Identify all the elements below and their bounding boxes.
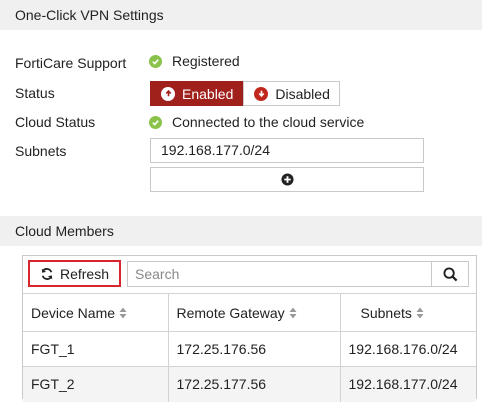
column-header-label: Remote Gateway [176,304,285,321]
forticare-value: Registered [149,50,240,72]
table-row[interactable]: FGT_2 172.25.177.56 192.168.177.0/24 [23,366,476,402]
vpn-settings-header: One-Click VPN Settings [0,0,482,30]
enabled-label: Enabled [182,85,234,102]
cloud-members-title: Cloud Members [15,223,114,239]
disabled-button[interactable]: Disabled [243,81,340,106]
sort-icon [416,307,424,318]
search-button[interactable] [431,261,469,287]
remote-gateway-cell: 172.25.176.56 [168,331,341,367]
table-header-row: Device Name Remote Gateway Subnets [23,293,476,332]
remote-gateway-cell: 172.25.177.56 [168,366,341,402]
disabled-label: Disabled [275,85,330,102]
members-table: Device Name Remote Gateway Subnets FGT_1… [23,293,476,402]
plus-circle-icon [280,173,294,186]
subnets-cell: 192.168.177.0/24 [340,366,476,402]
column-header-device-name[interactable]: Device Name [23,293,169,332]
search-input[interactable] [127,261,432,287]
check-icon [149,54,162,68]
subnets-cell: 192.168.176.0/24 [340,331,476,367]
table-row[interactable]: FGT_1 172.25.176.56 192.168.176.0/24 [23,331,476,367]
column-header-subnets[interactable]: Subnets [340,293,476,332]
enabled-button[interactable]: Enabled [150,81,244,106]
refresh-label: Refresh [59,265,110,282]
arrow-down-circle-icon [254,86,269,101]
subnets-field[interactable]: 192.168.177.0/24 [150,138,424,163]
vpn-settings-title: One-Click VPN Settings [15,7,164,23]
subnets-label: Subnets [15,143,67,159]
refresh-icon [41,267,53,280]
add-subnet-button[interactable] [150,167,424,192]
cloud-status-value: Connected to the cloud service [149,111,364,133]
search-icon [442,266,457,281]
cloud-status-label: Cloud Status [15,114,96,130]
status-label: Status [15,85,55,101]
column-header-label: Device Name [31,304,116,321]
column-header-label: Subnets [360,304,412,321]
sort-icon [289,307,297,318]
arrow-up-circle-icon [161,86,175,101]
device-name-cell: FGT_1 [23,331,169,367]
status-toggle: Enabled Disabled [150,81,340,106]
cloud-members-header: Cloud Members [0,216,482,246]
sort-icon [119,307,127,318]
cloud-status-text: Connected to the cloud service [172,114,365,130]
forticare-status-text: Registered [172,53,240,69]
refresh-button[interactable]: Refresh [28,260,121,287]
device-name-cell: FGT_2 [23,366,169,402]
cloud-members-panel: Refresh Device Name Rem [22,255,477,402]
forticare-label: FortiCare Support [15,55,127,71]
column-header-remote-gateway[interactable]: Remote Gateway [168,293,341,332]
check-icon [149,115,162,129]
